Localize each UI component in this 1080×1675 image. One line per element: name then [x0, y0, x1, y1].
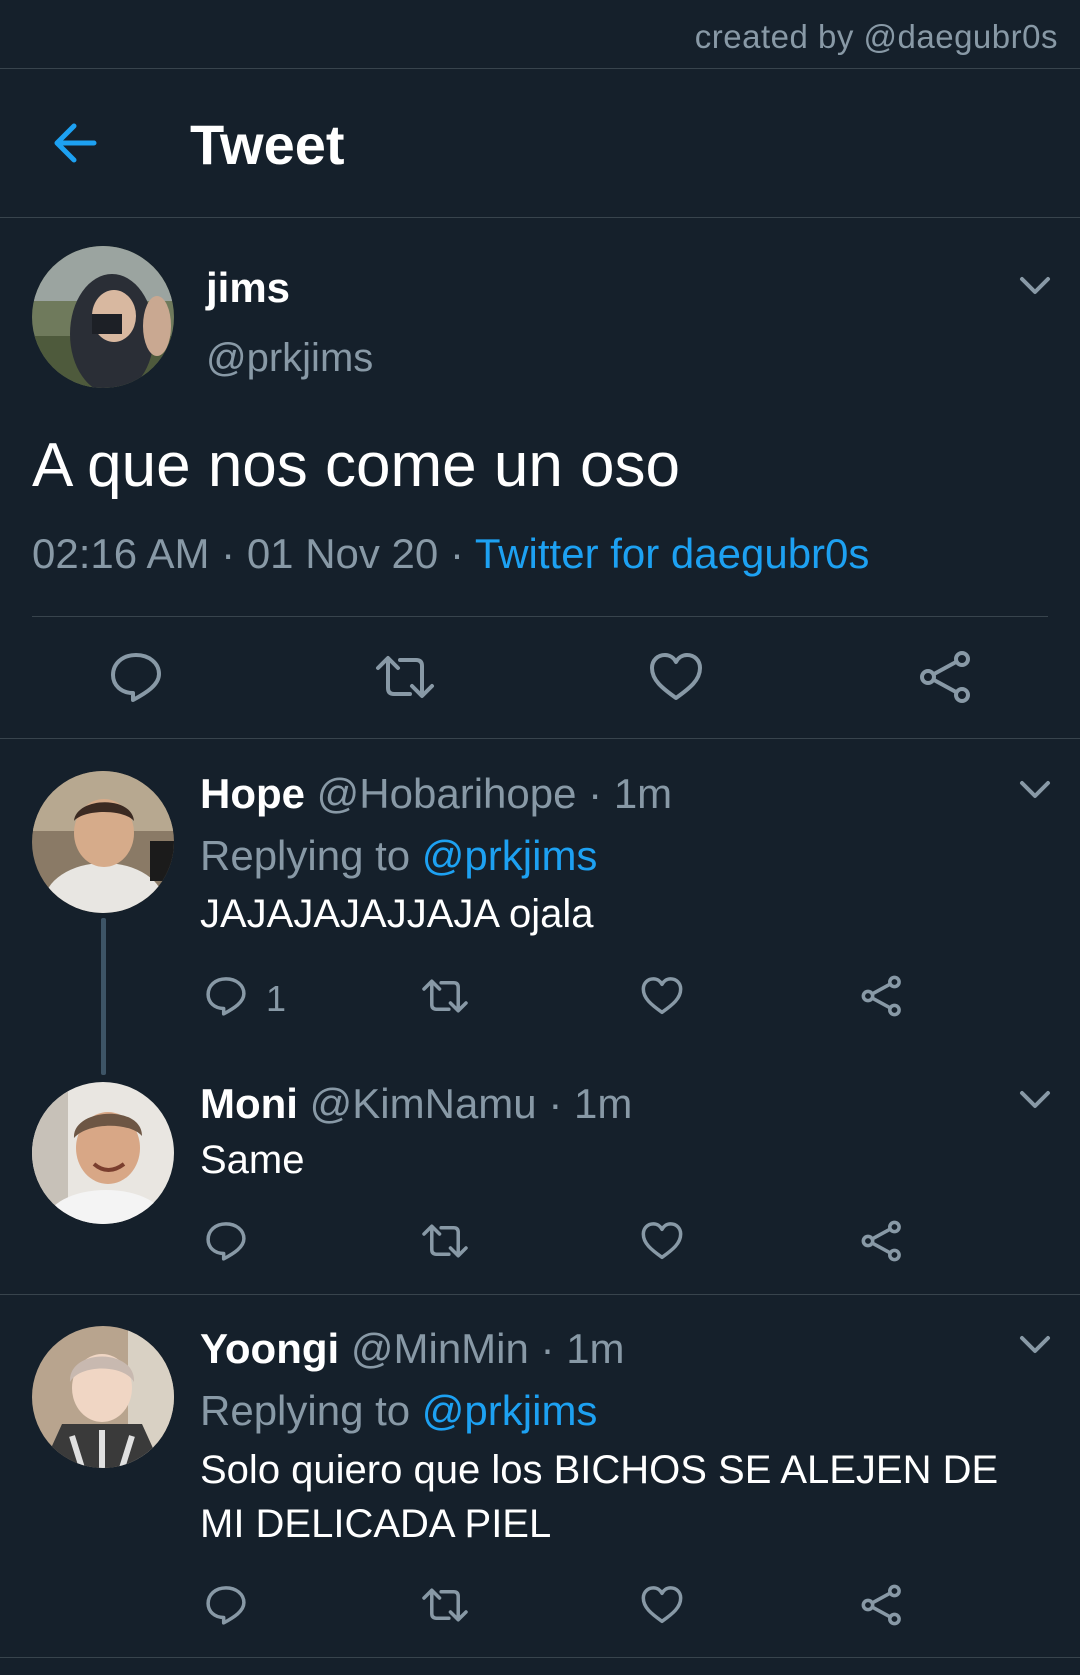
tweet-source-link[interactable]: Twitter for daegubr0s — [475, 530, 870, 577]
heart-icon — [641, 1586, 683, 1624]
replying-to: Replying to @prkjims — [200, 832, 597, 880]
meta-separator: · — [540, 1325, 555, 1372]
chevron-down-icon — [1020, 277, 1050, 294]
author-handle[interactable]: @Hobarihope — [317, 770, 577, 817]
share-button[interactable] — [860, 1584, 904, 1626]
reply-button[interactable] — [108, 650, 164, 704]
like-button[interactable] — [640, 1584, 684, 1626]
avatar[interactable] — [32, 1082, 174, 1224]
retweet-icon — [422, 979, 468, 1013]
bottom-divider — [0, 1657, 1080, 1658]
reply-time: 1m — [574, 1080, 633, 1127]
replying-to: Replying to @prkjims — [200, 1387, 597, 1435]
share-button[interactable] — [860, 1220, 904, 1262]
page-title: Tweet — [190, 113, 345, 176]
avatar[interactable] — [32, 246, 174, 388]
share-button[interactable] — [918, 650, 974, 704]
retweet-icon — [376, 656, 434, 698]
share-icon — [861, 1220, 901, 1262]
reply-header: Yoongi @MinMin · 1m — [200, 1325, 625, 1373]
arrow-left-icon — [54, 123, 97, 163]
author-handle[interactable]: @prkjims — [206, 336, 373, 381]
top-divider — [0, 68, 1080, 69]
avatar-image — [32, 1082, 174, 1224]
avatar[interactable] — [32, 1326, 174, 1468]
meta-separator: · — [588, 770, 603, 817]
meta-separator: · — [548, 1080, 563, 1127]
like-button[interactable] — [640, 975, 684, 1017]
meta-separator: · — [221, 530, 236, 577]
author-handle[interactable]: @KimNamu — [310, 1080, 537, 1127]
tweet-menu-button[interactable] — [1018, 1088, 1052, 1112]
reply-text: Same — [200, 1138, 305, 1182]
avatar-image — [32, 1326, 174, 1468]
tweet-menu-button[interactable] — [1018, 1333, 1052, 1357]
reply-icon — [111, 653, 161, 702]
author-name[interactable]: Yoongi — [200, 1325, 339, 1372]
retweet-button[interactable] — [420, 1584, 470, 1626]
retweet-button[interactable] — [420, 975, 470, 1017]
tweet-meta: 02:16 AM · 01 Nov 20 · Twitter for daegu… — [32, 530, 869, 578]
watermark-text: created by @daegubr0s — [694, 18, 1058, 55]
reply-header: Moni @KimNamu · 1m — [200, 1080, 632, 1128]
heart-icon — [641, 1222, 683, 1260]
tweet-time: 02:16 AM — [32, 530, 210, 577]
meta-separator: · — [449, 530, 464, 577]
mention-link[interactable]: @prkjims — [422, 1387, 598, 1434]
thread-line — [101, 918, 106, 1075]
share-icon — [920, 651, 970, 703]
retweet-button[interactable] — [420, 1220, 470, 1262]
retweet-icon — [422, 1224, 468, 1258]
reply-text: JAJAJAJAJJAJA ojala — [200, 892, 594, 936]
avatar[interactable] — [32, 771, 174, 913]
avatar-image — [32, 771, 174, 913]
author-name[interactable]: Moni — [200, 1080, 298, 1127]
back-button[interactable] — [50, 118, 100, 168]
share-button[interactable] — [860, 975, 904, 1017]
tweet-menu-button[interactable] — [1018, 778, 1052, 802]
reply-button[interactable] — [204, 975, 248, 1017]
replying-label: Replying to — [200, 1387, 411, 1434]
reply-text: Solo quiero que los BICHOS SE ALEJEN DE … — [200, 1448, 999, 1546]
chevron-down-icon — [1020, 1336, 1050, 1353]
meta-divider — [32, 616, 1048, 617]
author-handle[interactable]: @MinMin — [351, 1325, 529, 1372]
reply-button[interactable] — [204, 1584, 248, 1626]
reply-time: 1m — [566, 1325, 625, 1372]
author-name[interactable]: jims — [206, 264, 290, 312]
tweet-divider — [0, 738, 1080, 739]
reply-icon — [206, 1222, 246, 1261]
mention-link[interactable]: @prkjims — [422, 832, 598, 879]
reply-count: 1 — [266, 978, 287, 1019]
retweet-icon — [422, 1588, 468, 1622]
reply-icon — [206, 977, 246, 1016]
reply-divider — [0, 1294, 1080, 1295]
like-button[interactable] — [648, 650, 704, 704]
share-icon — [861, 1584, 901, 1626]
header-divider — [0, 217, 1080, 218]
reply-icon — [206, 1586, 246, 1625]
heart-icon — [641, 977, 683, 1015]
chevron-down-icon — [1020, 1091, 1050, 1108]
reply-header: Hope @Hobarihope · 1m — [200, 770, 672, 818]
reply-time: 1m — [613, 770, 673, 817]
tweet-date: 01 Nov 20 — [246, 530, 439, 577]
tweet-menu-button[interactable] — [1018, 274, 1052, 298]
retweet-button[interactable] — [374, 650, 436, 704]
tweet-text: A que nos come un oso — [32, 431, 681, 500]
reply-button[interactable] — [204, 1220, 248, 1262]
chevron-down-icon — [1020, 781, 1050, 798]
heart-icon — [650, 653, 702, 700]
avatar-image — [32, 246, 174, 388]
replying-label: Replying to — [200, 832, 411, 879]
like-button[interactable] — [640, 1220, 684, 1262]
author-name[interactable]: Hope — [200, 770, 305, 817]
share-icon — [861, 975, 901, 1017]
